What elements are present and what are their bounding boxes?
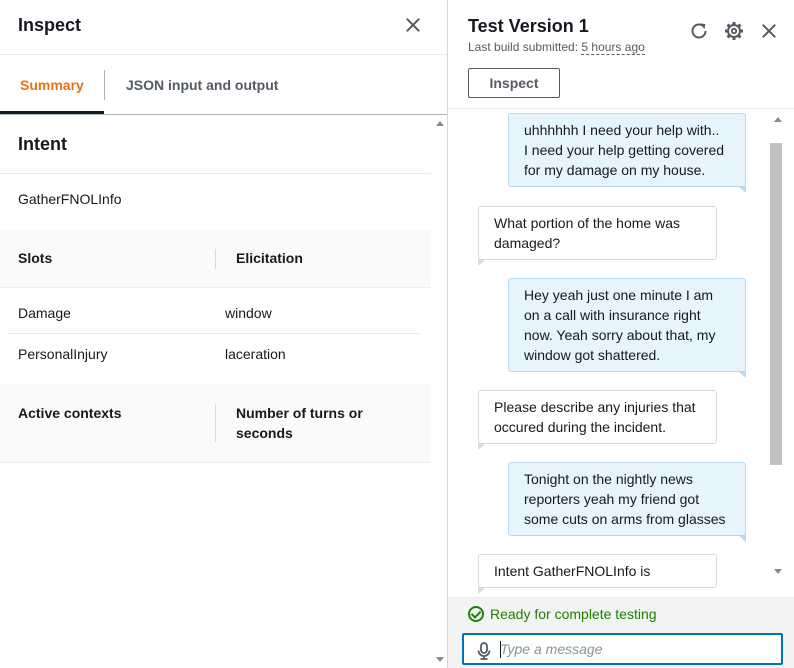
divider bbox=[0, 173, 431, 174]
scroll-up-arrow-icon[interactable] bbox=[774, 117, 782, 122]
bot-message: Please describe any injuries that occure… bbox=[478, 390, 717, 450]
divider bbox=[0, 462, 431, 463]
user-message: uhhhhhh I need your help with.. I need y… bbox=[508, 113, 746, 193]
message-input[interactable] bbox=[500, 638, 778, 660]
message-line: What portion of the home was bbox=[494, 215, 680, 231]
inspect-header: Inspect bbox=[0, 0, 447, 55]
slots-column-header: Slots bbox=[18, 250, 53, 266]
close-inspect-icon[interactable] bbox=[403, 15, 423, 35]
message-line: Please describe any injuries that bbox=[494, 399, 696, 415]
scroll-down-arrow-icon[interactable] bbox=[436, 657, 444, 662]
slot-value: laceration bbox=[225, 346, 286, 362]
message-line: Hey yeah just one minute I am bbox=[524, 287, 714, 303]
status-text: Ready for complete testing bbox=[490, 606, 657, 622]
message-line: Tonight on the nightly news bbox=[524, 471, 693, 487]
message-line: occured during the incident. bbox=[494, 419, 666, 435]
test-panel-title: Test Version 1 bbox=[468, 16, 589, 36]
message-line: now. Yeah sorry about that, my bbox=[524, 327, 716, 343]
bot-message: What portion of the home was damaged? bbox=[478, 206, 717, 266]
intent-name: GatherFNOLInfo bbox=[18, 191, 122, 207]
divider bbox=[0, 287, 431, 288]
inspect-scrollbar[interactable] bbox=[432, 116, 447, 668]
tab-summary[interactable]: Summary bbox=[20, 55, 84, 115]
message-line: window got shattered. bbox=[524, 347, 661, 363]
build-label: Last build submitted: bbox=[468, 40, 579, 54]
summary-content[interactable]: Intent GatherFNOLInfo Slots Elicitation … bbox=[0, 116, 431, 668]
message-line: damaged? bbox=[494, 235, 561, 251]
slot-name: PersonalInjury bbox=[18, 346, 108, 362]
column-separator bbox=[215, 404, 216, 442]
chat-scrollbar-thumb[interactable] bbox=[770, 143, 782, 465]
tab-separator bbox=[104, 70, 105, 100]
message-box[interactable] bbox=[462, 633, 783, 665]
message-line: I need your help getting covered bbox=[524, 142, 725, 158]
chat-footer: Ready for complete testing bbox=[448, 597, 794, 668]
message-line: for my damage on my house. bbox=[524, 162, 706, 178]
scroll-up-arrow-icon[interactable] bbox=[436, 121, 444, 126]
column-separator bbox=[215, 249, 216, 269]
inspect-tabs: Summary JSON input and output bbox=[0, 55, 447, 115]
status-indicator: Ready for complete testing bbox=[468, 606, 657, 622]
user-message: Tonight on the nightly news reporters ye… bbox=[508, 462, 746, 542]
intent-heading: Intent bbox=[18, 134, 67, 154]
message-line: Intent GatherFNOLInfo is bbox=[494, 563, 651, 579]
slot-name: Damage bbox=[18, 305, 71, 321]
scroll-down-arrow-icon[interactable] bbox=[774, 569, 782, 574]
check-circle-icon bbox=[468, 606, 484, 622]
slots-table-header: Slots Elicitation bbox=[0, 230, 431, 288]
inspect-button[interactable]: Inspect bbox=[468, 68, 560, 98]
user-message: Hey yeah just one minute I am on a call … bbox=[508, 278, 746, 378]
turns-column-header-line1: Number of turns or bbox=[236, 405, 363, 421]
message-line: reporters yeah my friend got bbox=[524, 491, 700, 507]
microphone-icon[interactable] bbox=[476, 642, 492, 660]
contexts-table-header: Active contexts Number of turns or secon… bbox=[0, 384, 431, 462]
close-test-panel-icon[interactable] bbox=[759, 21, 779, 41]
elicitation-column-header: Elicitation bbox=[236, 250, 303, 266]
inspect-panel: Inspect Summary JSON input and output In… bbox=[0, 0, 447, 668]
refresh-icon[interactable] bbox=[688, 20, 710, 42]
text-caret bbox=[500, 641, 501, 658]
message-line: on a call with insurance right bbox=[524, 307, 701, 323]
chat-transcript[interactable]: uhhhhhh I need your help with.. I need y… bbox=[448, 109, 769, 597]
active-tab-indicator bbox=[0, 111, 104, 114]
build-info: Last build submitted: 5 hours ago bbox=[468, 40, 645, 55]
tab-json-input-output[interactable]: JSON input and output bbox=[126, 55, 278, 115]
inspect-title: Inspect bbox=[18, 15, 82, 35]
slot-value: window bbox=[225, 305, 272, 321]
row-divider bbox=[8, 333, 421, 334]
turns-column-header-line2: seconds bbox=[236, 425, 293, 441]
gear-icon[interactable] bbox=[723, 20, 745, 42]
test-panel: Test Version 1 Last build submitted: 5 h… bbox=[448, 0, 794, 668]
message-line: some cuts on arms from glasses bbox=[524, 511, 726, 527]
active-contexts-column-header: Active contexts bbox=[18, 405, 122, 421]
message-line: uhhhhhh I need your help with.. bbox=[524, 122, 720, 138]
build-time[interactable]: 5 hours ago bbox=[581, 40, 645, 55]
bot-message: Intent GatherFNOLInfo is bbox=[478, 554, 717, 594]
